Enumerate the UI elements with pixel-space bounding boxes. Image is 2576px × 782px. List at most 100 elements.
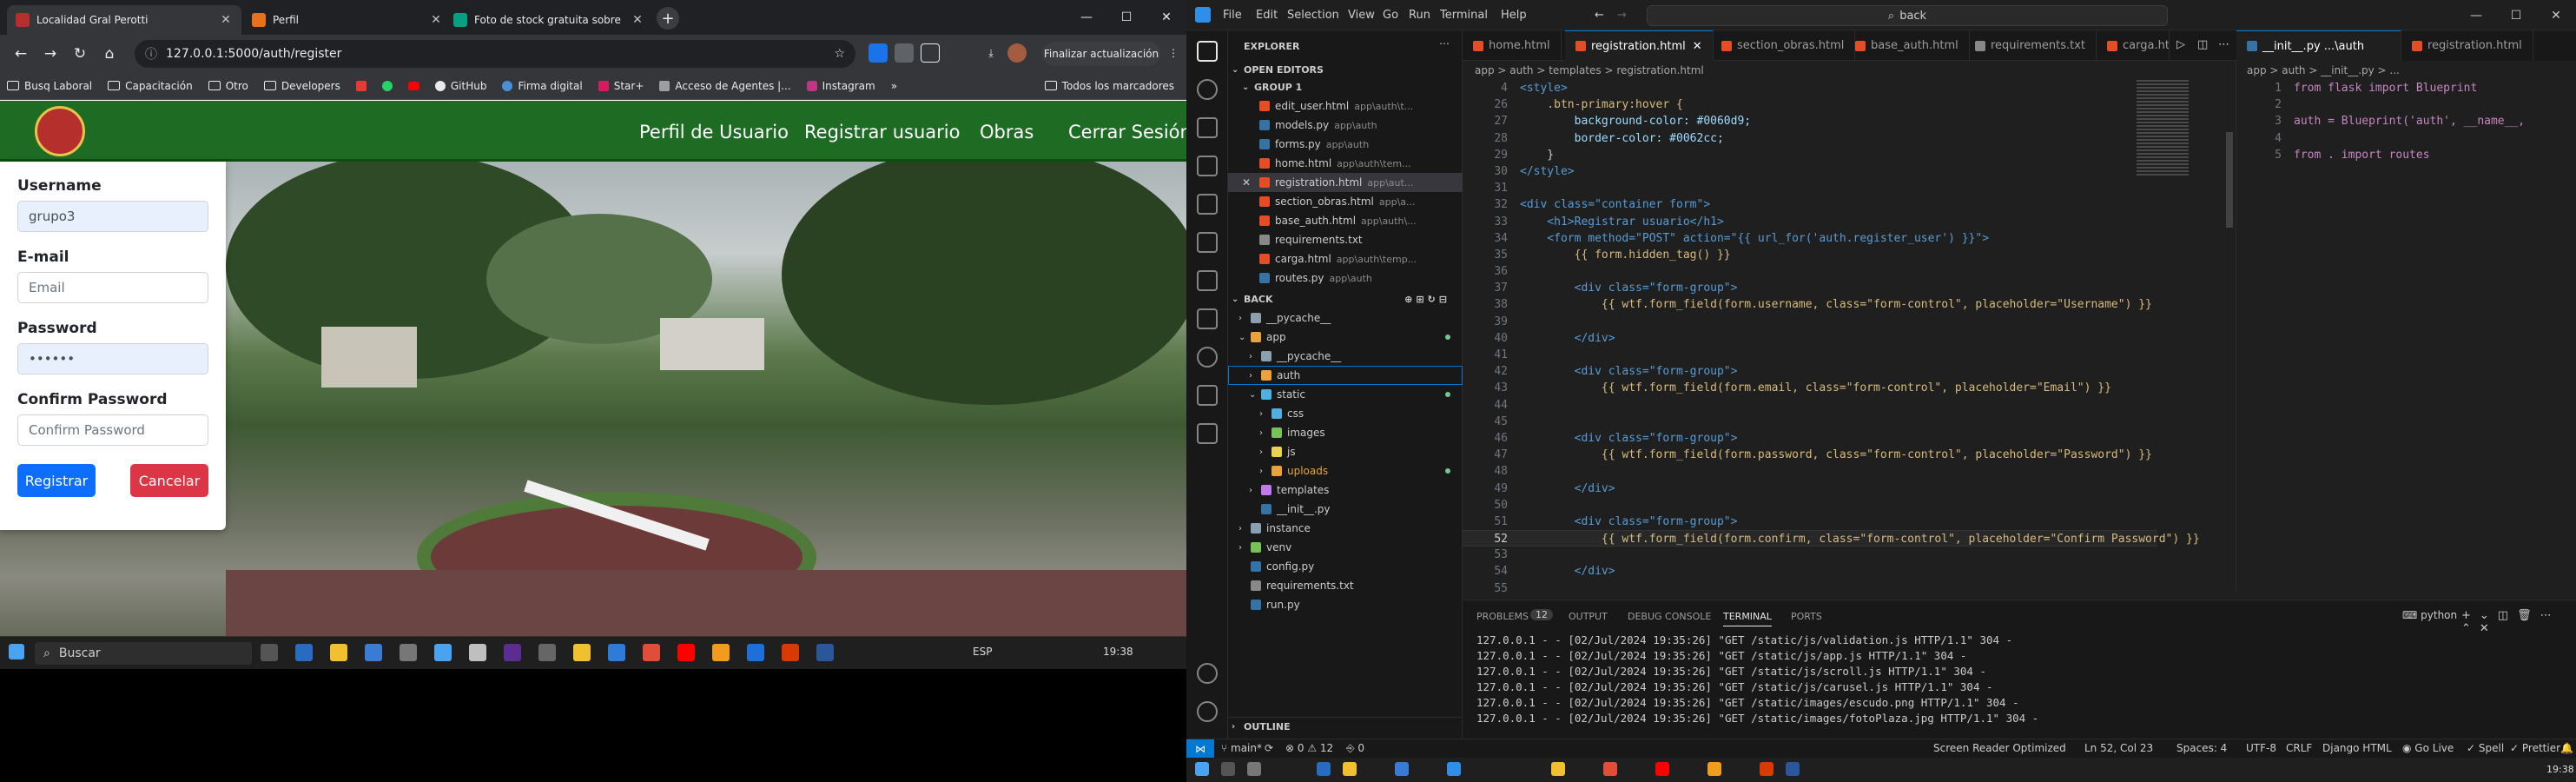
cancelar-button[interactable]: Cancelar — [130, 464, 208, 497]
tree-item[interactable]: › venv — [1228, 538, 1463, 557]
more-icon[interactable]: ⋯ — [1439, 37, 1450, 50]
tab-foto-stock[interactable]: Foto de stock gratuita sobre cé… ✕ — [445, 5, 653, 35]
code-line[interactable]: 45 — [1463, 414, 2157, 430]
code-line[interactable]: 50 — [1463, 497, 2157, 514]
vscode-taskbar-icon[interactable] — [295, 644, 313, 661]
back-arrow-icon[interactable]: ← — [1595, 9, 1604, 22]
bookmark-developers[interactable]: Developers — [263, 80, 340, 92]
code-line[interactable]: 26 .btn-primary:hover { — [1463, 96, 2157, 113]
app-taskbar-icon[interactable] — [712, 644, 730, 661]
tree-item[interactable]: › js — [1228, 442, 1463, 461]
file-explorer-icon[interactable] — [573, 644, 591, 661]
project-section[interactable]: ⌄ BACK ⊕⊞↻⊟ — [1228, 289, 1463, 308]
app-taskbar-icon[interactable] — [469, 644, 486, 661]
run-debug-icon[interactable] — [1197, 156, 1218, 176]
code-line[interactable]: 33 <h1>Registrar usuario</h1> — [1463, 214, 2157, 230]
bookmark-otro[interactable]: Otro — [208, 80, 248, 92]
go-live-button[interactable]: ◉ Go Live — [2402, 742, 2454, 754]
source-control-icon[interactable] — [1197, 117, 1218, 138]
youtube-taskbar-icon[interactable] — [677, 644, 695, 661]
extension-icon[interactable] — [869, 43, 888, 63]
remote-icon[interactable]: ⋈ — [1186, 739, 1214, 759]
menu-terminal[interactable]: Terminal — [1440, 9, 1488, 22]
site-info-icon[interactable]: ⓘ — [145, 45, 157, 63]
menu-view[interactable]: View — [1348, 9, 1375, 22]
app-taskbar-icon[interactable] — [608, 644, 625, 661]
tab-debug-console[interactable]: DEBUG CONSOLE — [1628, 611, 1711, 622]
chrome-taskbar-icon[interactable] — [330, 644, 347, 661]
escudo-logo-icon[interactable] — [35, 106, 85, 156]
app-taskbar-icon[interactable] — [1395, 762, 1409, 776]
start-icon[interactable] — [9, 644, 24, 659]
password-input[interactable]: •••••• — [17, 343, 208, 374]
secondary-code[interactable]: 1 from flask import Blueprint 2 3 auth = Blu… — [2236, 80, 2576, 163]
vertical-scrollbar[interactable] — [2223, 80, 2236, 593]
spell-check[interactable]: ✓ Spell — [2467, 742, 2504, 754]
sync-icon[interactable]: ⟳ — [1265, 742, 1273, 754]
tab-problems[interactable]: PROBLEMS — [1476, 611, 1529, 622]
nav-perfil-usuario[interactable]: Perfil de Usuario — [639, 122, 789, 142]
code-line[interactable]: 41 — [1463, 347, 2157, 363]
app-taskbar-icon[interactable] — [747, 644, 764, 661]
code-editor[interactable]: 4 <style> 26 .btn-primary:hover {27 backgr… — [1463, 80, 2200, 595]
code-line[interactable]: 1 from flask import Blueprint — [2236, 80, 2576, 96]
bookmark-star-icon[interactable]: ☆ — [834, 47, 845, 61]
menu-selection[interactable]: Selection — [1287, 9, 1339, 22]
bookmark-instagram[interactable]: Instagram — [806, 80, 875, 92]
prettier-status[interactable]: ✓ Prettier — [2510, 742, 2560, 754]
youtube-taskbar-icon[interactable] — [1655, 762, 1669, 776]
maximize-icon[interactable]: ☐ — [2496, 0, 2536, 30]
account-icon[interactable] — [1197, 663, 1218, 684]
username-input[interactable]: grupo3 — [17, 201, 208, 232]
code-line[interactable]: 29 } — [1463, 147, 2157, 163]
app-taskbar-icon[interactable] — [1707, 762, 1721, 776]
home-icon[interactable]: ⌂ — [97, 42, 122, 66]
close-icon[interactable]: ✕ — [219, 13, 233, 27]
word-taskbar-icon[interactable] — [816, 644, 834, 661]
tab-carga[interactable]: carga.htm — [2097, 30, 2170, 61]
code-line[interactable]: 27 background-color: #0060d9; — [1463, 113, 2157, 129]
code-line[interactable]: 35 {{ form.hidden_tag() }} — [1463, 247, 2157, 263]
close-window-icon[interactable]: ✕ — [2536, 0, 2576, 30]
code-line[interactable]: 46 <div class="form-group"> — [1463, 430, 2157, 447]
chrome-taskbar-icon[interactable] — [1343, 762, 1357, 776]
back-arrow-icon[interactable]: ← — [9, 42, 33, 66]
encoding[interactable]: UTF-8 — [2246, 742, 2276, 754]
app-taskbar-icon[interactable] — [782, 644, 799, 661]
open-editor-item[interactable]: routes.py app\auth — [1228, 268, 1463, 288]
update-button[interactable]: Finalizar actualización — [1042, 42, 1160, 66]
open-editor-item[interactable]: edit_user.html app\auth\t... — [1228, 96, 1463, 116]
bookmarks-overflow[interactable]: » — [891, 80, 897, 92]
python-icon[interactable] — [1197, 385, 1218, 406]
new-tab-button[interactable]: + — [657, 7, 679, 30]
secondary-breadcrumb[interactable]: app > auth > __init__.py > ... — [2247, 64, 2400, 76]
testing-icon[interactable] — [1197, 270, 1218, 291]
extensions-icon[interactable] — [1197, 194, 1218, 215]
tab-perfil[interactable]: Perfil ✕ — [243, 5, 452, 35]
address-bar[interactable]: ⓘ 127.0.0.1:5000/auth/register ☆ — [135, 40, 855, 68]
search-icon[interactable] — [1197, 79, 1218, 100]
tree-item[interactable]: __init__.py — [1228, 500, 1463, 519]
close-icon[interactable]: ✕ — [429, 13, 443, 27]
bookmark-youtube[interactable] — [407, 81, 419, 90]
open-editor-item[interactable]: models.py app\auth — [1228, 116, 1463, 135]
live-share-icon[interactable] — [1197, 347, 1218, 368]
command-center[interactable]: ⌕ back — [1647, 5, 2168, 26]
panel-actions-icon[interactable]: +⌄◫🗑⋯⌃✕ — [2461, 609, 2576, 635]
code-line[interactable]: 28 border-color: #0062cc; — [1463, 130, 2157, 147]
open-editor-item[interactable]: section_obras.html app\a... — [1228, 192, 1463, 211]
open-editors-section[interactable]: ⌄ OPEN EDITORS — [1228, 60, 1463, 79]
vscode-taskbar-icon[interactable] — [1317, 762, 1331, 776]
avatar[interactable] — [1007, 43, 1027, 63]
extensions-puzzle-icon[interactable] — [921, 43, 940, 63]
tab-registration-html[interactable]: registration.html ✕ — [1565, 30, 1714, 61]
tree-item[interactable]: ⌄ static — [1228, 385, 1463, 404]
minimize-icon[interactable]: — — [2456, 0, 2496, 30]
tree-item[interactable]: › uploads — [1228, 461, 1463, 480]
code-line[interactable]: 5 from . import routes — [2236, 147, 2576, 163]
tree-item[interactable]: › instance — [1228, 519, 1463, 538]
git-branch[interactable]: ⑂ main* — [1221, 742, 1262, 754]
open-editor-item[interactable]: home.html app\auth\tem... — [1228, 154, 1463, 173]
tree-item[interactable]: run.py — [1228, 595, 1463, 614]
confirm-password-input[interactable]: Confirm Password — [17, 414, 208, 446]
